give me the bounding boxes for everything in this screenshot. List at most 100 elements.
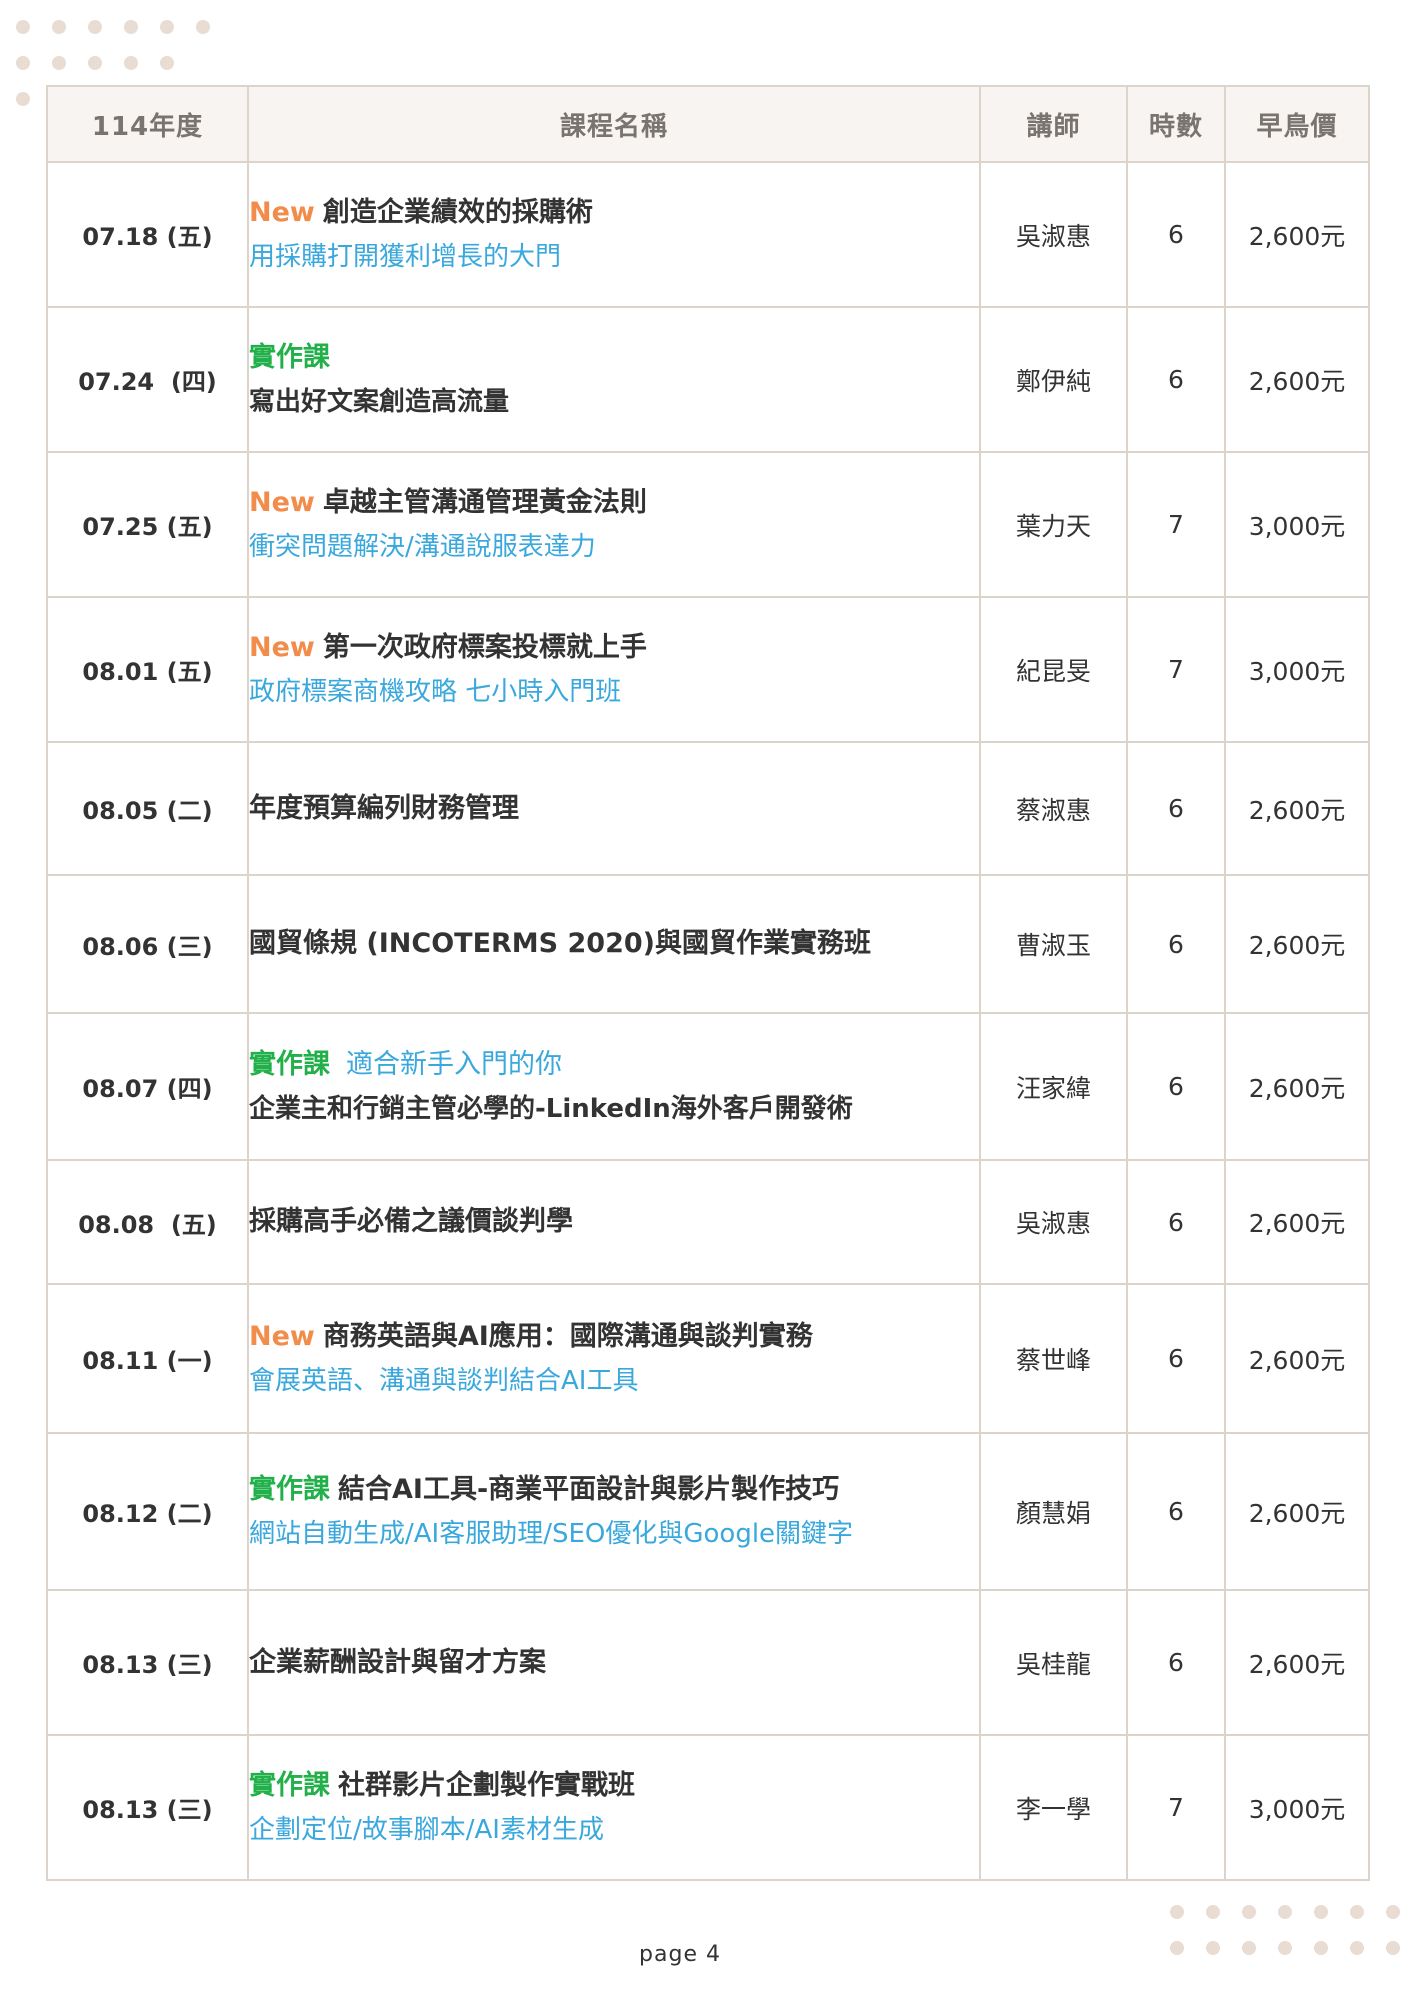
header-price: 早鳥價 bbox=[1224, 85, 1370, 163]
course-name: 企業薪酬設計與留才方案 bbox=[247, 1589, 981, 1736]
course-title-line: 實作課 bbox=[249, 336, 979, 380]
course-price: 2,600元 bbox=[1224, 1589, 1370, 1736]
course-teacher: 蔡世峰 bbox=[979, 1283, 1128, 1434]
course-teacher: 顏慧娟 bbox=[979, 1432, 1128, 1591]
course-name: New 創造企業績效的採購術 用採購打開獲利增長的大門 bbox=[247, 161, 981, 308]
course-date: 08.11 (一) bbox=[46, 1283, 249, 1434]
decorative-dot bbox=[1206, 1905, 1220, 1919]
course-hours: 7 bbox=[1126, 451, 1226, 598]
course-title-line: 企業薪酬設計與留才方案 bbox=[249, 1641, 979, 1685]
decorative-dot bbox=[1314, 1905, 1328, 1919]
header-teacher: 講師 bbox=[979, 85, 1128, 163]
course-date: 07.25 (五) bbox=[46, 451, 249, 598]
new-badge: New bbox=[249, 196, 315, 228]
course-title: 年度預算編列財務管理 bbox=[249, 792, 519, 824]
course-title-line: 實作課 社群影片企劃製作實戰班 bbox=[249, 1764, 979, 1808]
course-title-line: New 創造企業績效的採購術 bbox=[249, 191, 979, 235]
course-name: 實作課 社群影片企劃製作實戰班企劃定位/故事腳本/AI素材生成 bbox=[247, 1734, 981, 1881]
table-row: 08.11 (一) New 商務英語與AI應用：國際溝通與談判實務 會展英語、溝通與談… bbox=[46, 1283, 1370, 1434]
decorative-dot bbox=[52, 20, 66, 34]
decorative-dot bbox=[160, 56, 174, 70]
course-price: 3,000元 bbox=[1224, 451, 1370, 598]
course-teacher: 汪家緯 bbox=[979, 1012, 1128, 1161]
course-price: 2,600元 bbox=[1224, 1432, 1370, 1591]
table-row: 08.01 (五) New 第一次政府標案投標就上手 政府標案商機攻略 七小時入門班紀… bbox=[46, 596, 1370, 743]
course-hours: 6 bbox=[1126, 161, 1226, 308]
course-subtitle: 企劃定位/故事腳本/AI素材生成 bbox=[249, 1814, 604, 1845]
course-date: 07.24 (四) bbox=[46, 306, 249, 453]
course-date: 08.13 (三) bbox=[46, 1734, 249, 1881]
course-teacher: 蔡淑惠 bbox=[979, 741, 1128, 876]
decorative-dot bbox=[1350, 1905, 1364, 1919]
course-subtitle: 寫出好文案創造高流量 bbox=[249, 386, 510, 417]
course-schedule-table: 114年度 課程名稱 講師 時數 早鳥價 07.18 (五) New 創造企業績效的… bbox=[46, 85, 1370, 1881]
course-hours: 6 bbox=[1126, 1283, 1226, 1434]
course-subtitle: 政府標案商機攻略 七小時入門班 bbox=[249, 676, 622, 707]
decorative-dot bbox=[16, 92, 30, 106]
decorative-dot bbox=[1278, 1905, 1292, 1919]
course-hours: 6 bbox=[1126, 741, 1226, 876]
table-row: 08.13 (三) 實作課 社群影片企劃製作實戰班 企劃定位/故事腳本/AI素材生成李… bbox=[46, 1734, 1370, 1881]
course-teacher: 葉力天 bbox=[979, 451, 1128, 598]
practice-badge: 實作課 bbox=[249, 1048, 330, 1080]
decorative-dot bbox=[88, 20, 102, 34]
course-hours: 6 bbox=[1126, 1589, 1226, 1736]
table-row: 08.07 (四) 實作課 適合新手入門的你企業主和行銷主管必學的-LinkedIn… bbox=[46, 1012, 1370, 1161]
course-subtitle: 衝突問題解決/溝通說服表達力 bbox=[249, 531, 596, 562]
course-name: 實作課 適合新手入門的你企業主和行銷主管必學的-LinkedIn海外客戶開發術 bbox=[247, 1012, 981, 1161]
table-row: 07.25 (五) New 卓越主管溝通管理黃金法則 衝突問題解決/溝通說服表達力 葉力… bbox=[46, 451, 1370, 598]
course-price: 2,600元 bbox=[1224, 1283, 1370, 1434]
course-title: 社群影片企劃製作實戰班 bbox=[338, 1769, 635, 1801]
header-year: 114年度 bbox=[46, 85, 249, 163]
course-price: 3,000元 bbox=[1224, 1734, 1370, 1881]
table-row: 08.12 (二) 實作課 結合AI工具-商業平面設計與影片製作技巧 網站自動生成/A… bbox=[46, 1432, 1370, 1591]
course-hours: 6 bbox=[1126, 1012, 1226, 1161]
course-title-line: 實作課 結合AI工具-商業平面設計與影片製作技巧 bbox=[249, 1468, 979, 1512]
new-badge: New bbox=[249, 486, 315, 518]
decorative-dot bbox=[160, 20, 174, 34]
course-title-line: New 卓越主管溝通管理黃金法則 bbox=[249, 481, 979, 525]
course-teacher: 吳桂龍 bbox=[979, 1589, 1128, 1736]
decorative-dot bbox=[1170, 1905, 1184, 1919]
table-header-row: 114年度 課程名稱 講師 時數 早鳥價 bbox=[46, 85, 1370, 163]
decorative-dot bbox=[1242, 1905, 1256, 1919]
course-price: 2,600元 bbox=[1224, 1012, 1370, 1161]
course-title: 國貿條規 (INCOTERMS 2020)與國貿作業實務班 bbox=[249, 928, 872, 959]
course-title: 企業薪酬設計與留才方案 bbox=[249, 1646, 546, 1678]
decorative-dot bbox=[1386, 1905, 1400, 1919]
table-row: 08.05 (二) 年度預算編列財務管理 蔡淑惠 6 2,600元 bbox=[46, 741, 1370, 876]
header-hours: 時數 bbox=[1126, 85, 1226, 163]
course-price: 2,600元 bbox=[1224, 161, 1370, 308]
course-hours: 7 bbox=[1126, 596, 1226, 743]
decorative-dot bbox=[88, 56, 102, 70]
decorative-dot bbox=[124, 20, 138, 34]
course-hours: 6 bbox=[1126, 306, 1226, 453]
decorative-dot bbox=[196, 20, 210, 34]
practice-badge: 實作課 bbox=[249, 1473, 330, 1505]
course-teacher: 李一學 bbox=[979, 1734, 1128, 1881]
decorative-dot bbox=[16, 56, 30, 70]
course-price: 3,000元 bbox=[1224, 596, 1370, 743]
course-title-line: 年度預算編列財務管理 bbox=[249, 787, 979, 831]
header-course: 課程名稱 bbox=[247, 85, 981, 163]
course-date: 07.18 (五) bbox=[46, 161, 249, 308]
course-teacher: 曹淑玉 bbox=[979, 874, 1128, 1014]
page-number: page 4 bbox=[639, 1942, 721, 1967]
course-date: 08.07 (四) bbox=[46, 1012, 249, 1161]
course-name: 採購高手必備之議價談判學 bbox=[247, 1159, 981, 1285]
course-hours: 7 bbox=[1126, 1734, 1226, 1881]
decorative-dot bbox=[1386, 1941, 1400, 1955]
decorative-dot bbox=[16, 20, 30, 34]
course-title: 採購高手必備之議價談判學 bbox=[249, 1206, 573, 1237]
course-subtitle: 企業主和行銷主管必學的-LinkedIn海外客戶開發術 bbox=[249, 1093, 853, 1124]
table-row: 08.06 (三) 國貿條規 (INCOTERMS 2020)與國貿作業實務班 曹淑… bbox=[46, 874, 1370, 1014]
table-row: 08.13 (三) 企業薪酬設計與留才方案 吳桂龍 6 2,600元 bbox=[46, 1589, 1370, 1736]
practice-badge: 實作課 bbox=[249, 341, 330, 373]
course-tagline: 適合新手入門的你 bbox=[346, 1048, 562, 1080]
course-price: 2,600元 bbox=[1224, 741, 1370, 876]
course-teacher: 鄭伊純 bbox=[979, 306, 1128, 453]
course-name: New 卓越主管溝通管理黃金法則衝突問題解決/溝通說服表達力 bbox=[247, 451, 981, 598]
course-date: 08.12 (二) bbox=[46, 1432, 249, 1591]
course-name: New 商務英語與AI應用：國際溝通與談判實務 會展英語、溝通與談判結合AI工具 bbox=[247, 1283, 981, 1434]
course-date: 08.08 (五) bbox=[46, 1159, 249, 1285]
